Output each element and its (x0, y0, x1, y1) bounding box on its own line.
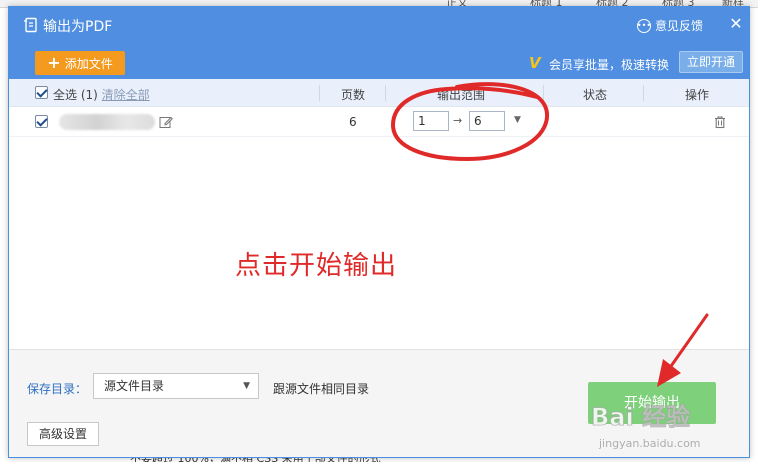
page-count: 6 (349, 115, 357, 129)
column-divider (643, 85, 644, 101)
trash-icon[interactable] (713, 115, 727, 129)
column-divider (385, 85, 386, 101)
column-range: 输出范围 (437, 88, 486, 102)
dialog-title: 输出为PDF (43, 19, 113, 35)
start-export-button[interactable]: 开始输出 (588, 382, 716, 424)
chat-icon: ••• (637, 18, 651, 33)
dialog-header: 输出为PDF ••• 意见反馈 ✕ + 添加文件 V 会员享批量，极速转换 立即… (9, 7, 749, 79)
title-bar: 输出为PDF ••• 意见反馈 ✕ (9, 7, 749, 43)
range-to-input[interactable]: 6 (469, 111, 505, 131)
export-pdf-dialog: 输出为PDF ••• 意见反馈 ✕ + 添加文件 V 会员享批量，极速转换 立即… (8, 6, 750, 458)
column-pages: 页数 (341, 88, 366, 102)
feedback-label: 意见反馈 (654, 19, 703, 33)
edit-icon[interactable] (159, 115, 173, 129)
save-dir-label: 保存目录： (27, 382, 88, 396)
column-divider (319, 85, 320, 101)
plus-icon: + (47, 53, 61, 72)
save-dir-value: 源文件目录 (104, 379, 165, 393)
chevron-down-icon: ▼ (243, 381, 250, 391)
column-actions: 操作 (685, 88, 710, 102)
add-file-button[interactable]: + 添加文件 (35, 51, 125, 75)
add-file-label: 添加文件 (64, 56, 113, 71)
vip-icon: V (529, 54, 541, 72)
clear-all-link[interactable]: 清除全部 (102, 88, 150, 102)
select-all-label: 全选 (1) 清除全部 (53, 88, 150, 102)
row-checkbox[interactable] (35, 115, 48, 128)
range-from-input[interactable]: 1 (413, 111, 449, 131)
range-arrow: → (453, 114, 463, 127)
instruction-annotation: 点击开始输出 (235, 251, 398, 281)
vip-promo-text: 会员享批量，极速转换 (549, 58, 670, 72)
close-icon[interactable]: ✕ (727, 15, 745, 33)
dialog-footer: 保存目录： 源文件目录 ▼ 跟源文件相同目录 开始输出 高级设置 (9, 349, 749, 457)
open-vip-button[interactable]: 立即开通 (679, 51, 743, 73)
save-dir-select[interactable]: 源文件目录 ▼ (93, 373, 259, 399)
file-name-blurred (59, 114, 155, 130)
advanced-settings-button[interactable]: 高级设置 (27, 422, 99, 446)
pdf-export-icon (24, 17, 37, 33)
same-dir-text: 跟源文件相同目录 (273, 382, 370, 396)
column-status: 状态 (583, 88, 608, 102)
select-all-checkbox[interactable] (35, 86, 48, 99)
table-row: 6 1 → 6 ▼ (9, 107, 749, 137)
file-table-header: 全选 (1) 清除全部 页数 输出范围 状态 操作 (9, 79, 749, 107)
column-divider (543, 85, 544, 101)
feedback-button[interactable]: ••• 意见反馈 (637, 17, 703, 34)
chevron-down-icon[interactable]: ▼ (514, 115, 521, 125)
